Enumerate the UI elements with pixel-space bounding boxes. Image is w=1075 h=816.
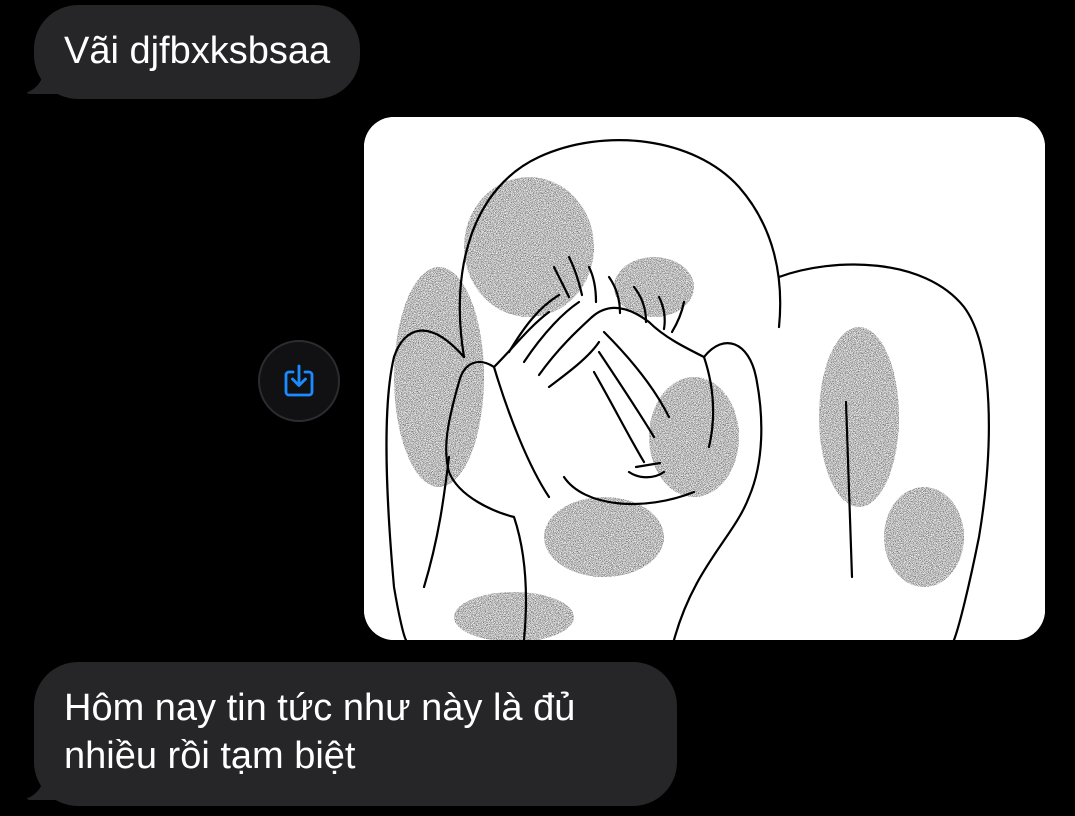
- save-image-button[interactable]: [258, 340, 340, 422]
- message-text: Hôm nay tin tức như này là đủ nhiều rồi …: [64, 687, 576, 777]
- message-bubble[interactable]: Hôm nay tin tức như này là đủ nhiều rồi …: [34, 662, 677, 806]
- message-bubble[interactable]: Vãi djfbxksbsaa: [34, 5, 361, 99]
- save-download-icon: [284, 364, 314, 397]
- crying-facepalm-meme-drawing: [364, 117, 1045, 640]
- message-text: Vãi djfbxksbsaa: [64, 30, 331, 72]
- image-message[interactable]: [364, 117, 1045, 640]
